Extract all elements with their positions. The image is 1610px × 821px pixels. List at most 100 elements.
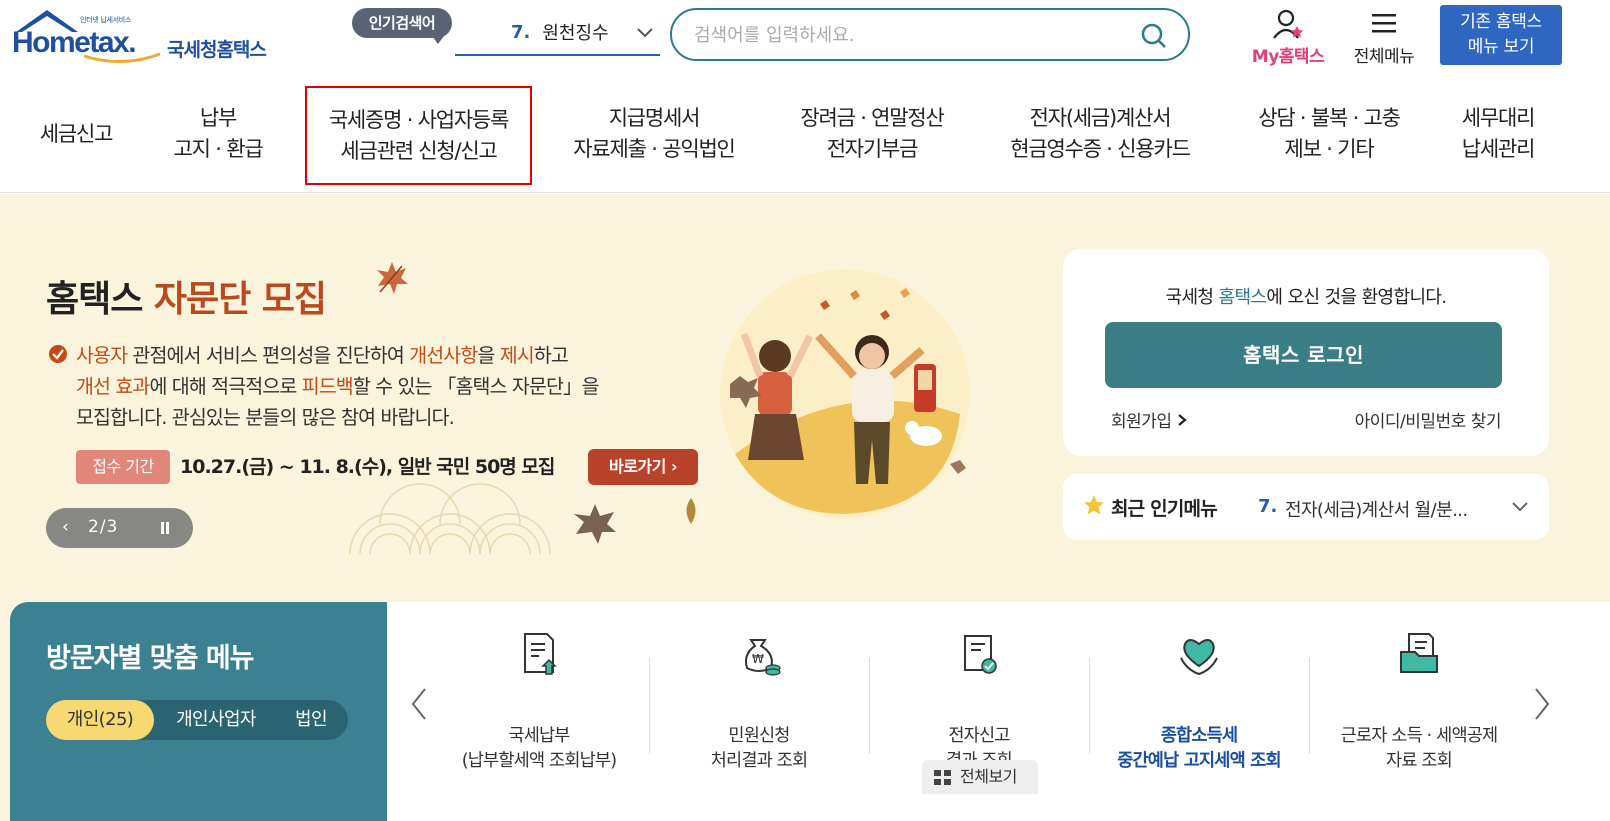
search-input[interactable] bbox=[694, 22, 1134, 48]
gnb-label: 장려금 · 연말정산 bbox=[800, 106, 944, 130]
gnb-e-invoice[interactable]: 전자(세금)계산서 현금영수증 · 신용카드 bbox=[990, 75, 1210, 193]
login-button[interactable]: 홈택스 로그인 bbox=[1105, 322, 1502, 388]
old-menu-line2: 메뉴 보기 bbox=[1467, 37, 1535, 57]
signup-label: 회원가입 bbox=[1111, 412, 1172, 432]
money-bag-icon: ₩ bbox=[745, 639, 781, 676]
gnb-label: 세무대리 bbox=[1461, 106, 1536, 130]
old-menu-line1: 기존 홈택스 bbox=[1460, 12, 1542, 32]
gnb-consultation[interactable]: 상담 · 불복 · 고충 제보 · 기타 bbox=[1238, 75, 1420, 193]
popular-search-rank: 7. bbox=[511, 21, 531, 43]
user-icon bbox=[1273, 9, 1303, 39]
chevron-down-icon bbox=[637, 28, 653, 38]
visitor-tabs: 개인(25) 개인사업자 법인 bbox=[46, 700, 348, 740]
document-upload-icon bbox=[524, 633, 557, 675]
grid-icon bbox=[934, 770, 951, 785]
gnb-label: 세금신고 bbox=[39, 121, 114, 146]
popular-search-badge: 인기검색어 bbox=[352, 8, 452, 44]
login-panel: 국세청 홈택스에 오신 것을 환영합니다. 홈택스 로그인 회원가입 아이디/비… bbox=[1063, 249, 1549, 456]
my-hometax-label: My홈택스 bbox=[1251, 47, 1325, 67]
main-visual: 홈택스 자문단 모집 사용자 관점에서 서비스 편의성을 진단하여 개선사항을 … bbox=[0, 194, 1610, 821]
tab-sole-proprietor[interactable]: 개인사업자 bbox=[160, 700, 272, 740]
tab-individual[interactable]: 개인(25) bbox=[46, 700, 154, 740]
recent-popular-menu[interactable]: 최근 인기메뉴 7. 전자(세금)계산서 월/분... bbox=[1063, 474, 1549, 540]
gnb-label: 국세증명 · 사업자등록 bbox=[328, 107, 510, 132]
wave-pattern-icon bbox=[349, 483, 551, 554]
quick-income-tax-interim[interactable]: 종합소득세 중간예납 고지세액 조회 bbox=[1089, 630, 1309, 780]
logo-tagline: 인터넷 납세서비스 bbox=[80, 16, 132, 24]
popular-search-select[interactable]: 7. 원천징수 bbox=[455, 10, 660, 56]
gnb-label: 상담 · 불복 · 고충 bbox=[1258, 106, 1401, 130]
view-all-label: 전체보기 bbox=[960, 767, 1017, 786]
banner-pager: ‹ 2/3 bbox=[46, 508, 193, 548]
logo-swoosh-icon bbox=[83, 52, 161, 64]
go-label: 바로가기 bbox=[608, 457, 666, 476]
heart-hands-icon bbox=[1180, 639, 1218, 676]
main-navigation: 세금신고 납부 고지 · 환급 국세증명 · 사업자등록 세금관련 신청/신고 … bbox=[0, 75, 1610, 193]
gnb-label: 제보 · 기타 bbox=[1284, 137, 1375, 161]
chevron-right-icon bbox=[1178, 414, 1188, 426]
welcome-text: 국세청 홈택스에 오신 것을 환영합니다. bbox=[1165, 287, 1448, 308]
quick-label: 국세납부 bbox=[508, 726, 570, 746]
chevron-down-icon bbox=[1512, 502, 1528, 512]
recent-menu-value: 전자(세금)계산서 월/분... bbox=[1285, 500, 1468, 521]
gnb-tax-filing[interactable]: 세금신고 bbox=[20, 75, 132, 193]
quick-label: 종합소득세 bbox=[1160, 726, 1238, 746]
quick-next-arrow-icon[interactable] bbox=[1532, 686, 1552, 722]
star-icon bbox=[1084, 495, 1104, 515]
gnb-label: 전자(세금)계산서 bbox=[1029, 106, 1172, 130]
quick-label: (납부할세액 조회납부) bbox=[461, 751, 617, 771]
pause-icon[interactable] bbox=[160, 521, 170, 535]
gnb-tax-agent[interactable]: 세무대리 납세관리 bbox=[1446, 75, 1550, 193]
gnb-label: 현금영수증 · 신용카드 bbox=[1010, 137, 1191, 161]
banner-description: 사용자 관점에서 서비스 편의성을 진단하여 개선사항을 제시하고 개선 효과에… bbox=[76, 344, 600, 429]
logo-korean: 국세청홈택스 bbox=[167, 39, 267, 61]
search-icon[interactable] bbox=[1140, 22, 1168, 50]
gnb-label: 지급명세서 bbox=[608, 106, 701, 130]
my-hometax-button[interactable]: My홈택스 bbox=[1246, 6, 1330, 67]
view-all-button[interactable]: 전체보기 bbox=[922, 760, 1038, 794]
prev-arrow-icon[interactable]: ‹ bbox=[62, 517, 69, 537]
quick-label: 민원신청 bbox=[728, 726, 790, 746]
chevron-right-icon: › bbox=[670, 457, 678, 476]
quick-label: 자료 조회 bbox=[1386, 751, 1453, 771]
check-circle-icon bbox=[49, 345, 67, 363]
maple-leaf-icon bbox=[377, 262, 408, 294]
quick-menu: 국세납부 (납부할세액 조회납부) ₩ 민원신청 처리결과 조회 전자신고 결 bbox=[387, 602, 1610, 821]
header: 인터넷 납세서비스 Hometax. 국세청홈택스 인기검색어 7. 원천징수 … bbox=[0, 0, 1610, 75]
certificate-check-icon bbox=[964, 635, 997, 674]
svg-text:₩: ₩ bbox=[752, 652, 764, 666]
gnb-label: 고지 · 환급 bbox=[173, 137, 264, 161]
old-hometax-menu-button[interactable]: 기존 홈택스 메뉴 보기 bbox=[1440, 5, 1562, 65]
visitor-menu-title: 방문자별 맞춤 메뉴 bbox=[46, 643, 255, 674]
signup-link[interactable]: 회원가입 bbox=[1111, 407, 1188, 432]
gnb-label: 세금관련 신청/신고 bbox=[340, 138, 498, 163]
people-autumn-illustration bbox=[720, 269, 970, 519]
quick-worker-deduction[interactable]: 근로자 소득 · 세액공제 자료 조회 bbox=[1309, 630, 1529, 780]
gnb-label: 자료제출 · 공익법인 bbox=[573, 137, 736, 161]
quick-tax-payment[interactable]: 국세납부 (납부할세액 조회납부) bbox=[429, 630, 649, 780]
quick-label: 중간예납 고지세액 조회 bbox=[1117, 751, 1281, 771]
gnb-payment[interactable]: 납부 고지 · 환급 bbox=[150, 75, 286, 193]
banner-go-button[interactable]: 바로가기 › bbox=[588, 449, 698, 485]
quick-e-filing-result[interactable]: 전자신고 결과 조회 bbox=[869, 630, 1089, 780]
hometax-logo[interactable]: 인터넷 납세서비스 Hometax. 국세청홈택스 bbox=[12, 6, 282, 68]
small-leaf-icon bbox=[686, 498, 696, 524]
quick-label: 처리결과 조회 bbox=[710, 751, 808, 771]
period-badge: 접수 기간 bbox=[76, 450, 170, 484]
quick-civil-petition[interactable]: ₩ 민원신청 처리결과 조회 bbox=[649, 630, 869, 780]
quick-prev-arrow-icon[interactable] bbox=[409, 686, 429, 722]
visitor-custom-menu: 방문자별 맞춤 메뉴 개인(25) 개인사업자 법인 bbox=[10, 602, 387, 821]
banner-title: 홈택스 자문단 모집 bbox=[46, 279, 327, 320]
gnb-label: 납부 bbox=[199, 106, 237, 130]
tab-corporation[interactable]: 법인 bbox=[282, 700, 340, 740]
gnb-incentive-yearend[interactable]: 장려금 · 연말정산 전자기부금 bbox=[782, 75, 962, 193]
all-menu-button[interactable]: 전체메뉴 bbox=[1346, 6, 1422, 67]
gnb-certificate-registration[interactable]: 국세증명 · 사업자등록 세금관련 신청/신고 bbox=[305, 86, 532, 185]
dry-leaf-icon bbox=[574, 504, 616, 544]
gnb-label: 납세관리 bbox=[1461, 137, 1536, 161]
recent-menu-title: 최근 인기메뉴 bbox=[1111, 498, 1218, 520]
popular-search-term: 원천징수 bbox=[542, 23, 609, 44]
find-id-password-link[interactable]: 아이디/비밀번호 찾기 bbox=[1355, 407, 1502, 432]
gnb-payment-statement[interactable]: 지급명세서 자료제출 · 공익법인 bbox=[556, 75, 752, 193]
recent-menu-rank: 7. bbox=[1258, 496, 1278, 517]
